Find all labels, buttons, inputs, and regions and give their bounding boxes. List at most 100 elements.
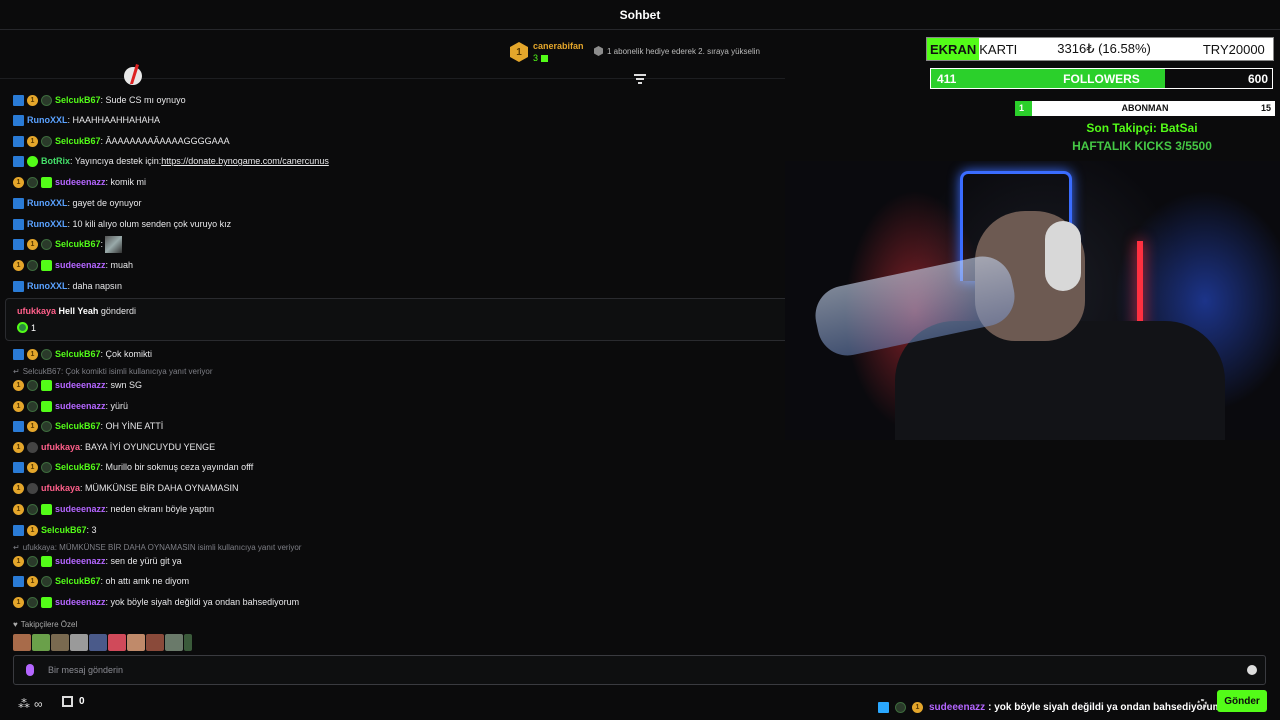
moderator-icon[interactable] (13, 238, 24, 250)
tier-badge-icon[interactable]: 1 (27, 238, 38, 250)
chat-username[interactable]: sudeeenazz (55, 504, 106, 514)
subscription-counter[interactable]: 0 (62, 696, 85, 707)
tier-badge-icon[interactable]: 1 (27, 461, 38, 473)
emote[interactable] (184, 634, 192, 651)
emote[interactable] (70, 634, 88, 651)
chat-username[interactable]: sudeeenazz (55, 556, 106, 566)
chat-username[interactable]: SelcukB67 (55, 239, 101, 249)
moderator-icon[interactable] (13, 461, 24, 473)
emote[interactable] (165, 634, 183, 651)
chat-username[interactable]: SelcukB67 (55, 462, 101, 472)
gift-badge-icon[interactable] (27, 503, 38, 515)
moderator-icon[interactable] (13, 197, 24, 209)
tier-badge-icon[interactable]: 1 (13, 176, 24, 188)
tier-badge-icon[interactable]: 1 (27, 348, 38, 360)
tier-badge-icon[interactable]: 1 (13, 379, 24, 391)
gift-badge-icon[interactable] (41, 461, 52, 473)
chat-username[interactable]: RunoXXL (27, 115, 68, 125)
chat-username[interactable]: sudeeenazz (55, 380, 106, 390)
moon-icon[interactable] (27, 441, 38, 453)
chat-username[interactable]: sudeeenazz (55, 597, 106, 607)
tier-badge-icon[interactable]: 1 (13, 503, 24, 515)
gift-badge-icon[interactable] (27, 400, 38, 412)
channel-points[interactable]: ⁂ ∞ (18, 697, 43, 711)
moderator-icon[interactable] (13, 524, 24, 536)
chat-username[interactable]: SelcukB67 (55, 349, 101, 359)
gift-badge-icon[interactable] (27, 379, 38, 391)
chat-username[interactable]: RunoXXL (27, 281, 68, 291)
chat-message: 1 ufukkaya: BAYA İYİ OYUNCUYDU YENGE (13, 440, 215, 454)
tier-badge-icon[interactable]: 1 (27, 524, 38, 536)
tier-badge-icon[interactable]: 1 (13, 400, 24, 412)
moderator-icon[interactable] (13, 94, 24, 106)
reply-context[interactable]: ↵ SelcukB67: Çok komikti isimli kullanıc… (13, 367, 213, 376)
verified-icon[interactable] (27, 155, 38, 167)
donate-link[interactable]: https://donate.bynogame.com/canercunus (161, 156, 329, 166)
emote[interactable] (146, 634, 164, 651)
subscriber-icon[interactable] (41, 555, 52, 567)
gift-badge-icon[interactable] (27, 555, 38, 567)
moderator-icon[interactable] (13, 155, 24, 167)
chat-username[interactable]: SelcukB67 (55, 136, 101, 146)
chat-username[interactable]: SelcukB67 (55, 576, 101, 586)
gift-badge-icon[interactable] (41, 94, 52, 106)
filter-icon[interactable] (634, 74, 646, 84)
moderator-icon[interactable] (13, 420, 24, 432)
emote[interactable] (32, 634, 50, 651)
tier-badge-icon[interactable]: 1 (13, 441, 24, 453)
moderator-icon[interactable] (13, 114, 24, 126)
subscriber-icon[interactable] (41, 400, 52, 412)
subscriber-icon[interactable] (41, 596, 52, 608)
gift-badge-icon[interactable] (41, 135, 52, 147)
reply-context[interactable]: ↵ ufukkaya: MÜMKÜNSE BİR DAHA OYNAMASIN … (13, 543, 301, 552)
tier-badge-icon[interactable]: 1 (27, 135, 38, 147)
moderator-icon[interactable] (13, 218, 24, 230)
subscriber-icon[interactable] (41, 259, 52, 271)
chat-username[interactable]: sudeeenazz (55, 177, 106, 187)
moderator-icon[interactable] (13, 280, 24, 292)
emote[interactable] (13, 634, 31, 651)
gift-badge-icon[interactable] (41, 575, 52, 587)
send-button[interactable]: Gönder (1217, 690, 1267, 712)
chat-username[interactable]: ufukkaya (41, 483, 80, 493)
tier-badge-icon[interactable]: 1 (27, 94, 38, 106)
subscriber-icon[interactable] (41, 379, 52, 391)
top-gifter[interactable]: 1 canerabifan 3 (510, 40, 584, 64)
chat-username[interactable]: BotRix (41, 156, 70, 166)
gift-badge-icon[interactable] (27, 259, 38, 271)
moderator-icon[interactable] (13, 135, 24, 147)
chat-username[interactable]: SelcukB67 (55, 421, 101, 431)
tier-badge-icon[interactable]: 1 (13, 596, 24, 608)
chat-username[interactable]: RunoXXL (27, 198, 68, 208)
emote[interactable] (51, 634, 69, 651)
chat-username[interactable]: sudeeenazz (55, 260, 106, 270)
chat-username[interactable]: SelcukB67 (55, 95, 101, 105)
gift-badge-icon[interactable] (41, 238, 52, 250)
tier-badge-icon[interactable]: 1 (13, 482, 24, 494)
subscriber-icon[interactable] (41, 503, 52, 515)
mic-icon[interactable] (26, 664, 34, 676)
chat-username[interactable]: sudeeenazz (55, 401, 106, 411)
emoji-icon[interactable] (1247, 665, 1257, 675)
emote[interactable] (108, 634, 126, 651)
chat-username[interactable]: RunoXXL (27, 219, 68, 229)
emote[interactable] (127, 634, 145, 651)
emote[interactable] (89, 634, 107, 651)
moon-icon[interactable] (27, 482, 38, 494)
tier-badge-icon[interactable]: 1 (13, 259, 24, 271)
moderator-icon[interactable] (13, 348, 24, 360)
tier-badge-icon[interactable]: 1 (27, 575, 38, 587)
chat-input[interactable]: Bir mesaj gönderin (13, 655, 1266, 685)
chat-username[interactable]: ufukkaya (41, 442, 80, 452)
gift-badge-icon[interactable] (27, 176, 38, 188)
chat-username[interactable]: SelcukB67 (41, 525, 87, 535)
tier-badge-icon[interactable]: 1 (27, 420, 38, 432)
gift-badge-icon[interactable] (41, 420, 52, 432)
gear-icon[interactable] (1197, 699, 1207, 709)
moderator-icon[interactable] (13, 575, 24, 587)
gift-sender[interactable]: ufukkaya (17, 306, 56, 316)
tier-badge-icon[interactable]: 1 (13, 555, 24, 567)
gift-badge-icon[interactable] (41, 348, 52, 360)
subscriber-icon[interactable] (41, 176, 52, 188)
gift-badge-icon[interactable] (27, 596, 38, 608)
